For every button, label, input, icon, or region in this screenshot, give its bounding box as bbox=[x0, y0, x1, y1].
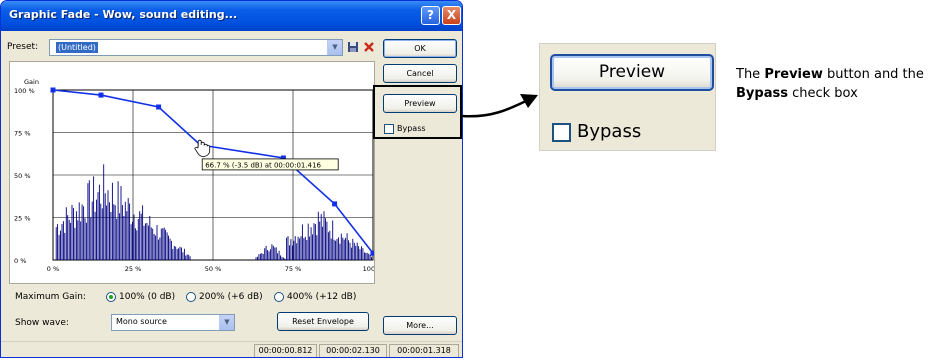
y-tick-label: 75 % bbox=[14, 130, 31, 138]
delete-icon[interactable] bbox=[363, 41, 375, 53]
gain-radio-400[interactable] bbox=[274, 292, 284, 302]
envelope-point bbox=[370, 250, 374, 256]
y-tick-label: 50 % bbox=[14, 172, 31, 180]
status-selection-start: 00:00:00.812 bbox=[254, 344, 317, 357]
gain-option-label: 100% (0 dB) bbox=[119, 292, 176, 302]
caption-bold-bypass: Bypass bbox=[736, 86, 788, 101]
chevron-down-icon[interactable]: ▼ bbox=[219, 315, 234, 330]
cancel-button[interactable]: Cancel bbox=[383, 64, 457, 83]
callout-arrow bbox=[461, 94, 538, 118]
preset-combobox[interactable]: (Untitled) ▼ bbox=[49, 39, 343, 56]
envelope-point bbox=[156, 104, 162, 110]
envelope-tooltip: 66.7 % (-3.5 dB) at 00:00:01.416 bbox=[205, 161, 321, 169]
envelope-graph[interactable]: Gain 100 % 75 % 50 % 25 % 0 % 0 % 25 % 50 % 75 % 1… bbox=[9, 61, 375, 284]
close-button[interactable]: X bbox=[442, 6, 461, 25]
caption-text: button and the bbox=[822, 67, 924, 82]
caption: The Preview button and the Bypass check … bbox=[736, 65, 929, 103]
more-button[interactable]: More... bbox=[383, 316, 457, 335]
envelope-point bbox=[332, 201, 338, 207]
maximum-gain-label: Maximum Gain: bbox=[15, 292, 86, 302]
status-bar: 00:00:00.812 00:00:02.130 00:00:01.318 bbox=[1, 341, 462, 357]
caption-bold-preview: Preview bbox=[764, 67, 823, 82]
zoomed-detail: Preview Bypass bbox=[539, 43, 716, 151]
save-icon[interactable] bbox=[347, 41, 359, 53]
show-wave-select[interactable]: Mono source ▼ bbox=[111, 314, 235, 331]
callout-box bbox=[373, 85, 462, 139]
x-tick-label: 100 % bbox=[363, 265, 374, 273]
status-selection-end: 00:00:02.130 bbox=[319, 344, 387, 357]
dialog-title: Graphic Fade - Wow, sound editing... bbox=[9, 8, 238, 21]
envelope-canvas[interactable]: Gain100 %75 %50 %25 %0 %0 % 25 % 50 % 75 % 1… bbox=[10, 62, 374, 283]
x-tick-label: 50 % bbox=[205, 265, 222, 273]
x-tick-label: 0 % bbox=[47, 265, 59, 273]
caption-text: The bbox=[736, 67, 765, 82]
gain-option-label: 400% (+12 dB) bbox=[287, 292, 357, 302]
chevron-down-icon[interactable]: ▼ bbox=[327, 40, 342, 55]
zoomed-bypass-label: Bypass bbox=[577, 121, 642, 142]
ok-button[interactable]: OK bbox=[383, 39, 457, 58]
y-tick-label: 25 % bbox=[14, 215, 31, 223]
zoomed-bypass-checkbox[interactable] bbox=[552, 123, 571, 142]
preset-value[interactable]: (Untitled) bbox=[56, 42, 98, 53]
gain-option-label: 200% (+6 dB) bbox=[199, 292, 263, 302]
x-tick-label: 25 % bbox=[125, 265, 142, 273]
zoomed-preview-button[interactable]: Preview bbox=[550, 54, 714, 91]
preset-label: Preset: bbox=[7, 42, 39, 52]
status-selection-length: 00:00:01.318 bbox=[389, 344, 459, 357]
show-wave-value: Mono source bbox=[116, 317, 167, 326]
reset-envelope-button[interactable]: Reset Envelope bbox=[277, 312, 369, 331]
show-wave-label: Show wave: bbox=[15, 318, 69, 328]
y-tick-label: 0 % bbox=[14, 257, 26, 265]
title-bar[interactable]: Graphic Fade - Wow, sound editing... ? X bbox=[1, 1, 462, 31]
y-axis-title: Gain bbox=[24, 78, 39, 86]
x-tick-label: 75 % bbox=[285, 265, 302, 273]
envelope-point bbox=[50, 87, 56, 93]
envelope-point bbox=[98, 92, 104, 98]
graphic-fade-dialog: Graphic Fade - Wow, sound editing... ? X… bbox=[0, 0, 463, 358]
gain-radio-200[interactable] bbox=[186, 292, 196, 302]
y-tick-label: 100 % bbox=[14, 87, 35, 95]
gain-radio-100[interactable] bbox=[106, 292, 116, 302]
help-button[interactable]: ? bbox=[421, 6, 440, 25]
caption-text: check box bbox=[787, 86, 858, 101]
